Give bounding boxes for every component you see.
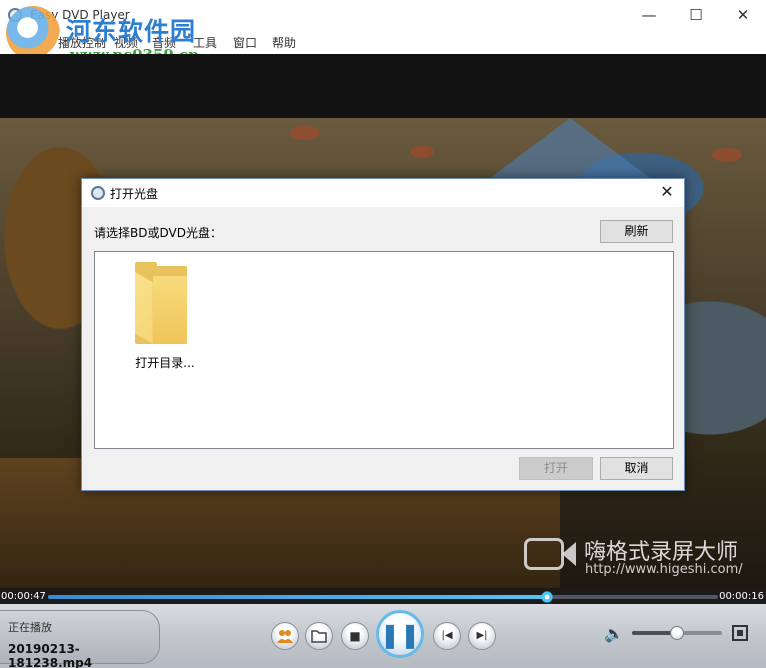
status-panel: 正在播放 20190213-181238.mp4 bbox=[0, 610, 160, 668]
file-name: 20190213-181238.mp4 bbox=[8, 642, 93, 668]
folder-icon-front bbox=[153, 276, 187, 344]
video-scene-lamp bbox=[410, 146, 434, 158]
pause-button[interactable]: ❚❚ bbox=[376, 610, 424, 658]
site-watermark-title: 河东软件园 bbox=[66, 17, 197, 46]
current-time: 00:00:47 bbox=[1, 591, 46, 602]
status-label: 正在播放 bbox=[8, 621, 52, 634]
open-folder-button[interactable] bbox=[305, 622, 333, 650]
cancel-button[interactable]: 取消 bbox=[600, 457, 673, 480]
video-letterbox-top bbox=[0, 54, 766, 118]
camera-icon bbox=[524, 538, 564, 570]
volume-icon[interactable]: 🔈 bbox=[604, 624, 624, 643]
camera-lens-icon bbox=[562, 542, 576, 566]
dialog-title-bar: 打开光盘 ✕ bbox=[82, 179, 684, 207]
video-scene-lamp bbox=[712, 148, 742, 162]
menu-window[interactable]: 窗口 bbox=[233, 34, 257, 51]
folder-icon bbox=[311, 630, 327, 643]
minimize-button[interactable]: — bbox=[626, 0, 672, 30]
menu-help[interactable]: 帮助 bbox=[272, 34, 296, 51]
open-directory-item[interactable]: 打开目录... bbox=[125, 262, 205, 374]
open-disc-dialog: 打开光盘 ✕ 请选择BD或DVD光盘： 刷新 打开目录... 打开 取消 bbox=[81, 178, 685, 491]
site-watermark-logo bbox=[6, 6, 60, 60]
volume-slider[interactable] bbox=[632, 626, 722, 640]
volume-handle[interactable] bbox=[670, 626, 684, 640]
refresh-button[interactable]: 刷新 bbox=[600, 220, 673, 243]
control-bar: 正在播放 20190213-181238.mp4 ■ ❚❚ |◀ ▶| 🔈 bbox=[0, 604, 766, 668]
next-button[interactable]: ▶| bbox=[468, 622, 496, 650]
dialog-close-button[interactable]: ✕ bbox=[656, 181, 678, 203]
maximize-button[interactable]: ☐ bbox=[673, 0, 719, 30]
dialog-prompt: 请选择BD或DVD光盘： bbox=[94, 226, 222, 240]
seek-bar: 00:00:47 00:00:16 bbox=[0, 590, 766, 604]
fullscreen-icon[interactable] bbox=[732, 625, 748, 641]
users-button[interactable] bbox=[271, 622, 299, 650]
video-scene-roof bbox=[490, 118, 650, 178]
end-time: 00:00:16 bbox=[719, 591, 764, 602]
stop-button[interactable]: ■ bbox=[341, 622, 369, 650]
previous-button[interactable]: |◀ bbox=[433, 622, 461, 650]
open-directory-label: 打开目录... bbox=[135, 356, 195, 370]
disc-list[interactable]: 打开目录... bbox=[94, 251, 674, 449]
seek-track[interactable] bbox=[48, 591, 718, 603]
recorder-watermark-url: http://www.higeshi.com/ bbox=[585, 562, 743, 577]
dialog-title: 打开光盘 bbox=[110, 187, 159, 201]
seek-handle[interactable] bbox=[541, 591, 554, 603]
users-icon bbox=[277, 630, 293, 643]
seek-progress bbox=[48, 595, 548, 599]
disc-icon bbox=[91, 186, 105, 200]
video-scene-lamp bbox=[290, 126, 320, 140]
open-button[interactable]: 打开 bbox=[519, 457, 593, 480]
close-button[interactable]: ✕ bbox=[720, 0, 766, 30]
